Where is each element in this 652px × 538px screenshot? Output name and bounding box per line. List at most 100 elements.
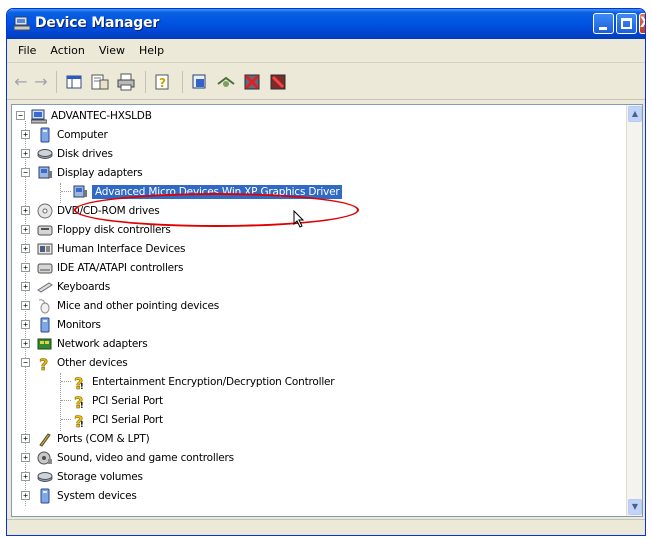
tree-connector: [61, 381, 71, 382]
expand-toggle[interactable]: +: [21, 244, 30, 253]
svg-text:?: ?: [39, 355, 48, 371]
device-tree[interactable]: − ADVANTEC-HXSLDB + Computer + Disk drives −…: [11, 104, 643, 517]
menu-help[interactable]: Help: [132, 44, 171, 57]
print-icon[interactable]: [116, 72, 136, 92]
monitor-icon: [40, 317, 50, 332]
disk-drive-icon: [37, 148, 53, 159]
menu-action[interactable]: Action: [43, 44, 91, 57]
svg-text:!: !: [80, 382, 84, 390]
expand-toggle[interactable]: +: [21, 130, 30, 139]
toolbar-separator: [145, 70, 146, 93]
forward-arrow-icon[interactable]: →: [33, 72, 49, 92]
storage-volume-icon: [37, 471, 53, 482]
tree-item-label: Ports (COM & LPT): [57, 432, 150, 445]
tree-item-label: IDE ATA/ATAPI controllers: [57, 261, 184, 274]
collapse-toggle[interactable]: −: [16, 111, 25, 120]
tree-item-label: Monitors: [57, 318, 101, 331]
tree-category-row[interactable]: + Mice and other pointing devices: [21, 296, 220, 315]
tree-category-row[interactable]: + Keyboards: [21, 277, 111, 296]
computer-icon: [40, 127, 50, 142]
scroll-up-button[interactable]: ▲: [628, 106, 642, 122]
tree-item-label: Mice and other pointing devices: [57, 299, 220, 312]
tree-connector: [61, 400, 71, 401]
tree-root-row[interactable]: − ADVANTEC-HXSLDB: [16, 106, 152, 125]
svg-text:?: ?: [159, 76, 166, 90]
tree-category-row[interactable]: + Human Interface Devices: [21, 239, 186, 258]
mouse-icon: [38, 298, 50, 313]
close-button[interactable]: X: [639, 13, 645, 34]
port-icon: [39, 432, 51, 447]
update-driver-icon[interactable]: [190, 72, 210, 92]
vertical-scrollbar[interactable]: ▲ ▼: [626, 105, 642, 516]
uninstall-device-icon[interactable]: [268, 72, 288, 92]
expand-toggle[interactable]: +: [21, 453, 30, 462]
maximize-button[interactable]: [616, 13, 637, 34]
expand-toggle[interactable]: +: [21, 282, 30, 291]
tree-item-label: Display adapters: [57, 166, 143, 179]
scan-hardware-icon[interactable]: [216, 72, 236, 92]
expand-toggle[interactable]: +: [21, 206, 30, 215]
collapse-toggle[interactable]: −: [21, 168, 30, 177]
tree-child-row[interactable]: ?! PCI Serial Port: [72, 410, 163, 429]
expand-toggle[interactable]: +: [21, 225, 30, 234]
tree-item-label: Disk drives: [57, 147, 113, 160]
tree-child-row[interactable]: ?! PCI Serial Port: [72, 391, 163, 410]
expand-toggle[interactable]: +: [21, 491, 30, 500]
unknown-device-warning-icon: ?!: [74, 374, 84, 390]
title-bar[interactable]: Device Manager X: [7, 9, 645, 39]
tree-category-row[interactable]: − Display adapters: [21, 163, 143, 182]
properties-icon[interactable]: [90, 72, 110, 92]
ide-controller-icon: [37, 263, 53, 273]
tree-category-row[interactable]: + Computer: [21, 125, 108, 144]
tree-item-label: Keyboards: [57, 280, 111, 293]
tree-category-row[interactable]: + Storage volumes: [21, 467, 143, 486]
menu-view[interactable]: View: [92, 44, 132, 57]
tree-category-row[interactable]: + Disk drives: [21, 144, 113, 163]
expand-toggle[interactable]: +: [21, 472, 30, 481]
unknown-device-warning-icon: ?!: [74, 412, 84, 428]
collapse-toggle[interactable]: −: [21, 358, 30, 367]
tree-item-label: Computer: [57, 128, 108, 141]
help-icon[interactable]: ?: [153, 72, 173, 92]
tree-connector: [60, 183, 61, 203]
expand-toggle[interactable]: +: [21, 301, 30, 310]
tree-category-row[interactable]: + IDE ATA/ATAPI controllers: [21, 258, 184, 277]
device-manager-window: Device Manager X File Action View Help ←…: [6, 8, 646, 536]
scroll-down-button[interactable]: ▼: [628, 499, 642, 515]
window-title: Device Manager: [35, 15, 160, 31]
tree-item-label: Other devices: [57, 356, 128, 369]
minimize-button[interactable]: [593, 13, 614, 34]
tree-item-label: Human Interface Devices: [57, 242, 186, 255]
expand-toggle[interactable]: +: [21, 320, 30, 329]
sound-icon: [37, 451, 52, 464]
tree-category-row[interactable]: + System devices: [21, 486, 137, 505]
tree-connector: [61, 191, 71, 192]
tree-category-row[interactable]: −? Other devices: [21, 353, 128, 372]
show-hide-console-tree-icon[interactable]: [64, 72, 84, 92]
maximize-icon: [621, 18, 632, 29]
tree-category-row[interactable]: + Sound, video and game controllers: [21, 448, 234, 467]
tree-child-row[interactable]: ?! Entertainment Encryption/Decryption Co…: [72, 372, 335, 391]
tree-item-label: Network adapters: [57, 337, 148, 350]
tree-connector: [25, 121, 26, 506]
system-device-icon: [40, 488, 50, 503]
tree-category-row[interactable]: + Monitors: [21, 315, 101, 334]
tree-connector: [61, 419, 71, 420]
network-adapter-icon: [37, 338, 52, 349]
mouse-cursor-icon: [293, 210, 305, 228]
expand-toggle[interactable]: +: [21, 434, 30, 443]
menu-file[interactable]: File: [11, 44, 43, 57]
disable-device-icon[interactable]: [242, 72, 262, 92]
tree-category-row[interactable]: + Ports (COM & LPT): [21, 429, 150, 448]
chevron-down-icon: ▼: [631, 502, 639, 511]
floppy-controller-icon: [37, 225, 53, 235]
tree-category-row[interactable]: + Network adapters: [21, 334, 148, 353]
red-highlight-ellipse: [74, 193, 359, 227]
back-arrow-icon[interactable]: ←: [13, 72, 29, 92]
expand-toggle[interactable]: +: [21, 339, 30, 348]
tree-item-label: Entertainment Encryption/Decryption Cont…: [92, 375, 335, 388]
device-manager-app-icon: [14, 16, 30, 31]
expand-toggle[interactable]: +: [21, 149, 30, 158]
cdrom-icon: [37, 203, 53, 218]
expand-toggle[interactable]: +: [21, 263, 30, 272]
